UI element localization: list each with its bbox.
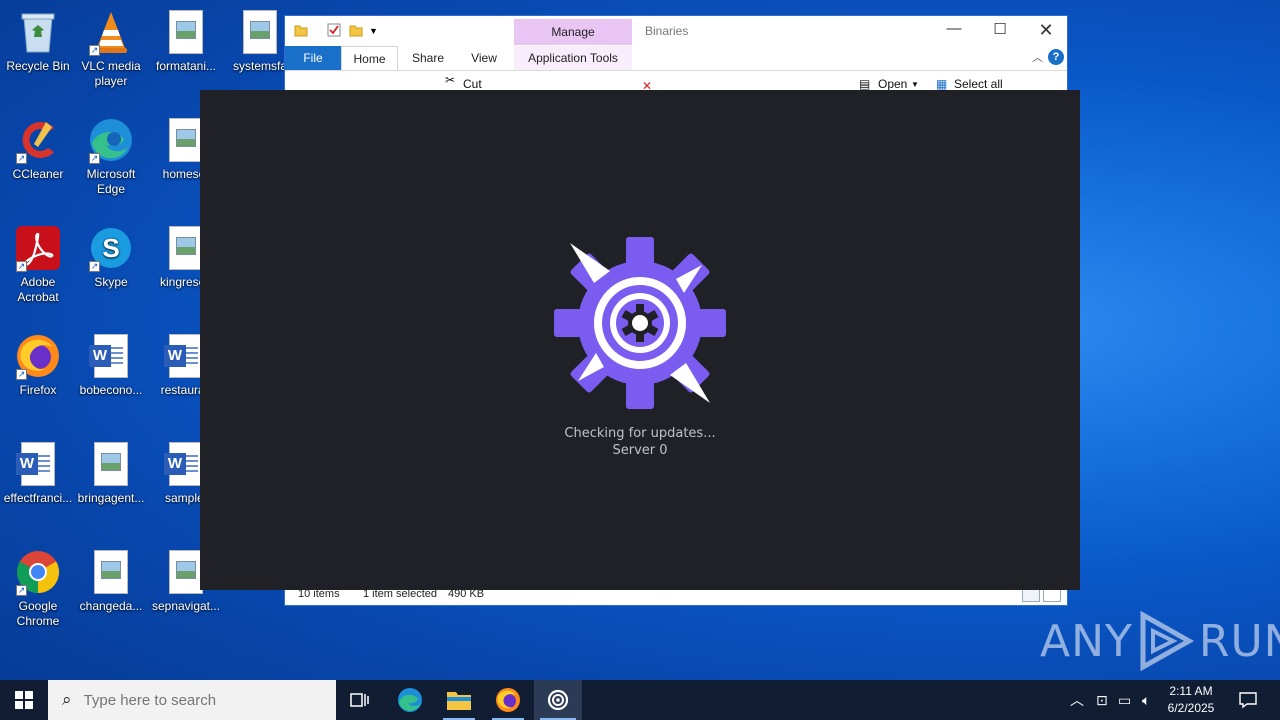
word-doc-icon: W [87,332,135,380]
image-file-icon [87,440,135,488]
desktop-icon-recycle-bin[interactable]: Recycle Bin [0,2,76,74]
search-icon: ⌕ [62,690,72,709]
windows-logo-icon [15,691,33,709]
tab-view[interactable]: View [457,46,511,70]
tab-share[interactable]: Share [401,46,455,70]
play-triangle-icon [1140,611,1194,671]
notification-icon [1239,692,1257,709]
volume-icon[interactable]: 🔈︎ [1142,680,1150,720]
select-all-button[interactable]: Select all [954,77,1003,91]
search-input[interactable] [83,691,314,709]
cut-button[interactable]: Cut [463,77,482,91]
ccleaner-icon: ↗ [14,116,62,164]
open-button[interactable]: Open [878,77,907,91]
desktop-icon-edge[interactable]: ↗ Microsoft Edge [73,110,149,197]
image-file-icon [236,8,284,56]
explorer-title-bar[interactable]: ▼ Manage Binaries — ☐ ✕ [285,16,1067,46]
taskbar-file-explorer[interactable] [437,680,481,720]
desktop-icon-bobecono[interactable]: W bobecono... [73,326,149,398]
clock-date: 6/2/2025 [1167,701,1215,715]
edge-icon: ↗ [87,116,135,164]
desktop-icon-skype[interactable]: S ↗ Skype [73,218,149,290]
tray-device-icon[interactable]: ⊡ [1096,680,1108,720]
clock-time: 2:11 AM [1169,684,1213,698]
anyrun-watermark: ANY RUN [1040,610,1280,672]
ribbon-commands: ✂ Cut ✕ ▤ Open ▼ ▦ Select all [285,70,1067,93]
update-status-text: Checking for updates... Server 0 [200,425,1080,459]
desktop-icon-ccleaner[interactable]: ↗ CCleaner [0,110,76,182]
maximize-icon[interactable]: ☐ [977,20,1023,38]
edge-icon [398,688,422,712]
update-status-line: Checking for updates... [564,426,716,441]
updater-splash-window[interactable]: Checking for updates... Server 0 [200,90,1080,590]
watermark-text-left: ANY [1040,615,1133,667]
explorer-window-title: Binaries [645,24,689,38]
collapse-ribbon-icon[interactable]: ︿ [1032,49,1043,65]
show-hidden-icons-button[interactable]: ︿ [1070,680,1084,720]
desktop-icon-acrobat[interactable]: ↗ Adobe Acrobat [0,218,76,305]
scissors-icon: ✂ [445,73,456,87]
taskbar-search-box[interactable]: ⌕ [48,680,336,720]
task-view-button[interactable] [338,680,382,720]
desktop-icon-chrome[interactable]: ↗ Google Chrome [0,542,76,629]
image-file-icon [162,8,210,56]
recycle-bin-icon [14,8,62,56]
image-file-icon [87,548,135,596]
start-button[interactable] [0,680,48,720]
folder-icon [294,23,308,40]
file-explorer-icon [447,692,471,710]
desktop-icon-changeda[interactable]: changeda... [73,542,149,614]
tab-application-tools[interactable]: Application Tools [514,46,632,70]
customize-quick-access-icon[interactable]: ▼ [369,26,378,36]
desktop-icon-vlc[interactable]: ↗ VLC media player [73,2,149,89]
notifications-button[interactable] [1230,680,1266,720]
select-all-icon: ▦ [936,77,948,91]
desktop-icon-effectfranci[interactable]: W effectfranci... [0,434,76,506]
watermark-text-right: RUN [1198,615,1280,667]
network-icon[interactable]: ▭ [1118,680,1131,720]
close-icon[interactable]: ✕ [1023,20,1069,41]
desktop-icon-bringagent[interactable]: bringagent... [73,434,149,506]
vlc-icon: ↗ [87,8,135,56]
manage-contextual-tab[interactable]: Manage [514,19,632,45]
chrome-icon: ↗ [14,548,62,596]
open-icon: ▤ [859,77,871,91]
tab-file[interactable]: File [285,46,341,70]
firefox-icon: ↗ [14,332,62,380]
tab-home[interactable]: Home [341,46,398,70]
ribbon-tabs: File Home Share View Application Tools ︿ [285,46,1067,70]
properties-icon[interactable] [327,23,341,40]
task-view-icon [350,693,369,707]
app-gear-icon [547,689,569,711]
taskbar-edge[interactable] [388,680,432,720]
skype-icon: S ↗ [87,224,135,272]
firefox-icon [496,688,520,712]
taskbar-clock[interactable]: 2:11 AM 6/2/2025 [1160,683,1222,717]
new-folder-icon[interactable] [349,23,363,40]
taskbar-firefox[interactable] [486,680,530,720]
help-icon[interactable]: ? [1048,49,1064,65]
taskbar: ⌕ ︿ ⊡ ▭ 🔈︎ 2:11 AM 6/2/2025 [0,680,1280,720]
svg-text:S: S [102,233,119,263]
open-dropdown-icon[interactable]: ▼ [911,80,919,89]
taskbar-updater-app[interactable] [534,680,582,720]
desktop-icon-formatani[interactable]: formatani... [148,2,224,74]
word-doc-icon: W [14,440,62,488]
update-server-line: Server 0 [612,443,668,458]
chevron-up-icon: ︿ [1070,692,1084,708]
minimize-icon[interactable]: — [931,20,977,37]
app-gear-logo-icon [550,233,730,413]
acrobat-icon: ↗ [14,224,62,272]
desktop-icon-firefox[interactable]: ↗ Firefox [0,326,76,398]
